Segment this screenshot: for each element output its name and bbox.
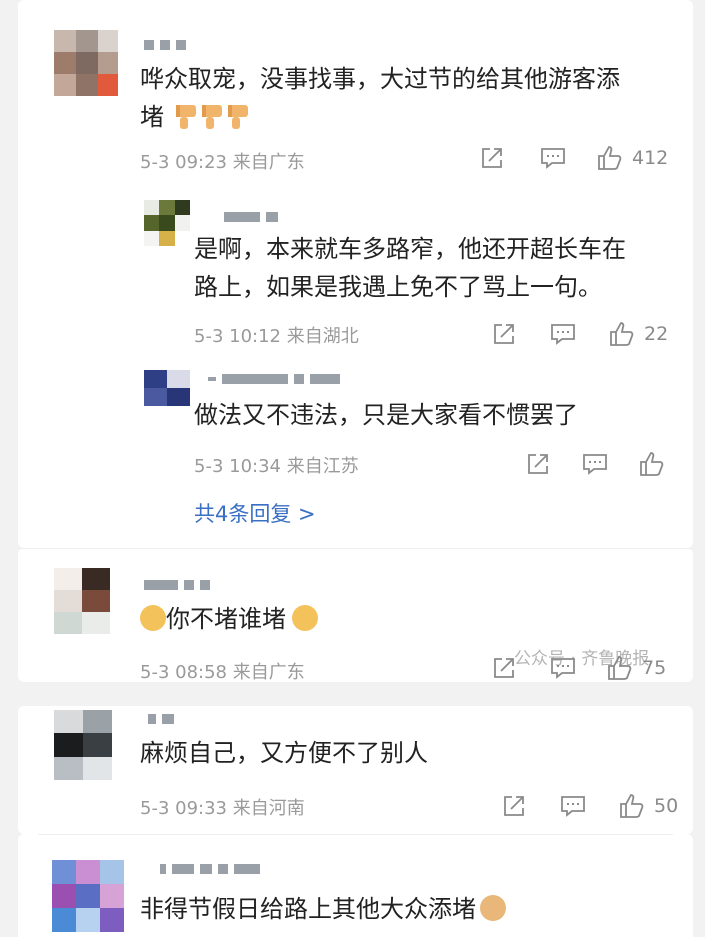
comment-button[interactable] bbox=[540, 146, 566, 170]
share-icon bbox=[494, 658, 514, 678]
like-button[interactable]: 75 bbox=[606, 654, 666, 682]
share-icon bbox=[494, 324, 514, 344]
comment-card: 非得节假日给路上其他大众添堵 bbox=[18, 834, 693, 937]
cat-emoji bbox=[480, 895, 506, 921]
share-button[interactable] bbox=[502, 794, 526, 818]
comment-icon bbox=[551, 658, 575, 679]
thumbs-down-emoji bbox=[200, 103, 224, 131]
thumbs-up-icon bbox=[620, 794, 644, 818]
reply-meta: 5-3 10:12 来自湖北 bbox=[194, 322, 359, 348]
avatar[interactable] bbox=[54, 30, 118, 96]
comment-card: 麻烦自己，又方便不了别人 5-3 09:33 来自河南 50 bbox=[18, 706, 693, 834]
avatar[interactable] bbox=[54, 710, 112, 780]
username[interactable] bbox=[144, 580, 210, 590]
avatar[interactable] bbox=[54, 568, 110, 634]
like-count: 412 bbox=[632, 147, 669, 169]
comment-text: 你不堵谁堵 bbox=[140, 600, 318, 638]
thumbs-up-icon bbox=[598, 146, 622, 170]
username[interactable] bbox=[208, 374, 340, 384]
avatar[interactable] bbox=[52, 860, 124, 932]
avatar[interactable] bbox=[144, 370, 190, 406]
comment-date: 5-3 08:58 bbox=[140, 662, 227, 683]
reply-meta: 5-3 10:34 来自江苏 bbox=[194, 452, 359, 478]
divider bbox=[38, 834, 673, 835]
thumbs-up-icon bbox=[608, 656, 632, 680]
username[interactable] bbox=[160, 864, 260, 874]
comment-button[interactable] bbox=[550, 322, 576, 346]
comment-meta: 5-3 08:58 来自广东 bbox=[140, 658, 305, 684]
comment-button[interactable] bbox=[550, 656, 576, 680]
sweat-emoji bbox=[292, 605, 318, 631]
comment-location: 来自广东 bbox=[232, 152, 305, 173]
reply-date: 5-3 10:34 bbox=[194, 456, 281, 477]
thumbs-up-icon bbox=[610, 322, 634, 346]
comment-date: 5-3 09:23 bbox=[140, 152, 227, 173]
share-button[interactable] bbox=[526, 452, 550, 476]
divider bbox=[18, 548, 693, 549]
like-count: 22 bbox=[644, 323, 669, 345]
comment-location: 来自河南 bbox=[232, 798, 305, 819]
reply-location: 来自湖北 bbox=[286, 326, 359, 347]
comment-card: 哗众取宠，没事找事，大过节的给其他游客添 堵 5-3 09:23 来自广东 41… bbox=[18, 0, 693, 548]
comment-text: 麻烦自己，又方便不了别人 bbox=[140, 739, 428, 767]
comment-meta: 5-3 09:23 来自广东 bbox=[140, 148, 305, 174]
like-button[interactable]: 412 bbox=[596, 144, 668, 172]
username[interactable] bbox=[144, 40, 186, 50]
comment-button[interactable] bbox=[582, 452, 608, 476]
username[interactable] bbox=[224, 212, 278, 222]
comment-button[interactable] bbox=[560, 794, 586, 818]
like-button[interactable]: 22 bbox=[608, 320, 668, 348]
dog-emoji bbox=[140, 605, 166, 631]
like-button[interactable] bbox=[638, 450, 666, 478]
share-button[interactable] bbox=[492, 322, 516, 346]
username[interactable] bbox=[148, 714, 174, 724]
comment-location: 来自广东 bbox=[232, 662, 305, 683]
avatar[interactable] bbox=[144, 200, 190, 246]
share-icon bbox=[528, 454, 548, 474]
like-count: 75 bbox=[642, 657, 667, 679]
comment-icon bbox=[561, 796, 585, 817]
reply-date: 5-3 10:12 bbox=[194, 326, 281, 347]
share-button[interactable] bbox=[480, 146, 504, 170]
comment-text: 哗众取宠，没事找事，大过节的给其他游客添 堵 bbox=[140, 65, 620, 131]
share-icon bbox=[504, 796, 524, 816]
reply-text: 做法又不违法，只是大家看不惯罢了 bbox=[194, 401, 578, 429]
share-button[interactable] bbox=[492, 656, 516, 680]
reply-text: 是啊，本来就车多路窄，他还开超长车在 路上，如果是我遇上免不了骂上一句。 bbox=[194, 235, 626, 301]
reply-location: 来自江苏 bbox=[286, 456, 359, 477]
like-count: 50 bbox=[654, 795, 679, 817]
comment-text: 非得节假日给路上其他大众添堵 bbox=[140, 890, 506, 928]
thumbs-down-emoji bbox=[174, 103, 198, 131]
like-button[interactable]: 50 bbox=[618, 792, 678, 820]
comment-icon bbox=[541, 148, 565, 169]
comment-card: 你不堵谁堵 5-3 08:58 来自广东 公众号 · 齐鲁晚报 75 bbox=[18, 548, 693, 684]
comment-icon bbox=[583, 454, 607, 475]
comment-date: 5-3 09:33 bbox=[140, 798, 227, 819]
thumbs-down-emoji bbox=[226, 103, 250, 131]
more-replies-link[interactable]: 共4条回复 > bbox=[194, 498, 316, 528]
share-icon bbox=[482, 148, 502, 168]
comment-icon bbox=[551, 324, 575, 345]
comment-meta: 5-3 09:33 来自河南 bbox=[140, 794, 305, 820]
thumbs-up-icon bbox=[640, 452, 664, 476]
